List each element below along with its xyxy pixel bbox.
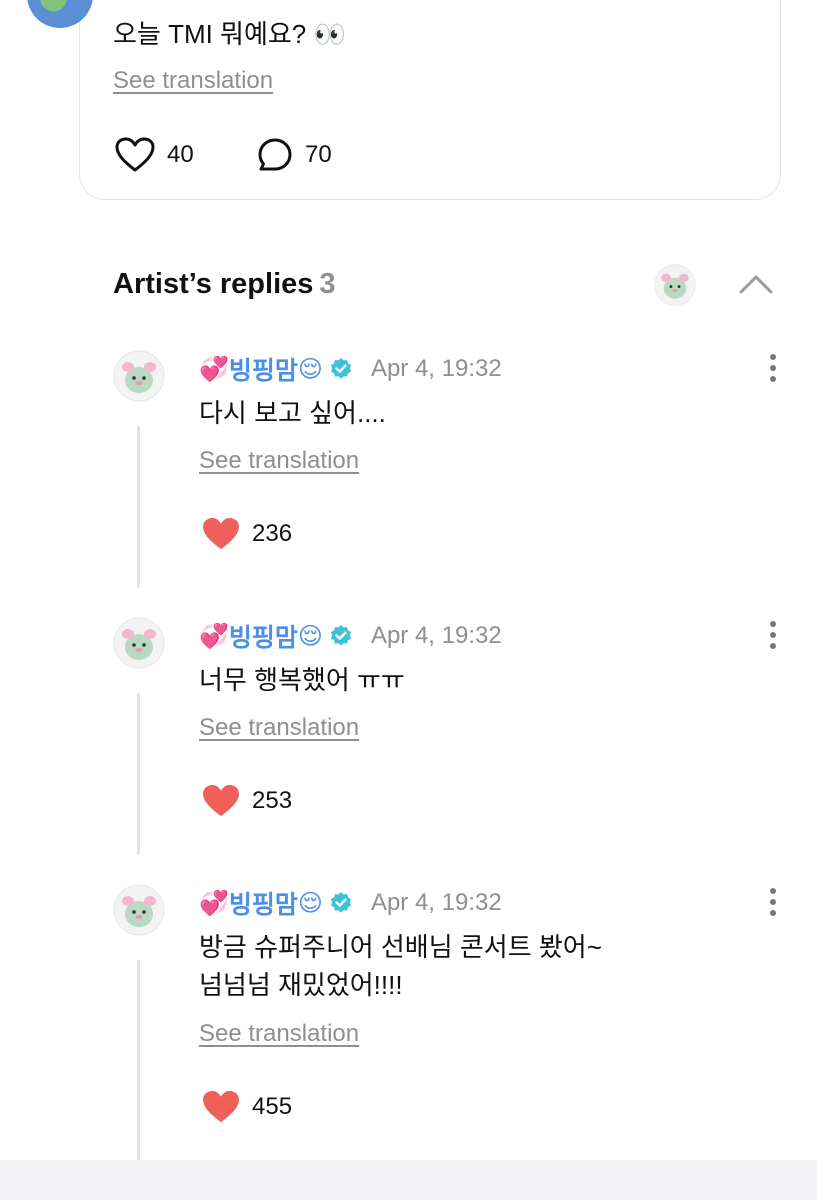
thread-line [137,960,140,1160]
reply-author-name[interactable]: 💞 빙핑맘 😌 [199,618,323,654]
more-vertical-icon[interactable] [762,887,784,917]
artist-replies-title: Artist’s replies 3 [113,268,336,301]
more-vertical-icon[interactable] [762,353,784,383]
reply-author-avatar[interactable] [113,350,165,402]
reply-like-button[interactable]: 236 [202,517,292,551]
reply-meta: 💞 빙핑맘 😌 Apr 4, 19:32 [199,352,502,386]
bottom-divider [0,1160,817,1200]
reply-author-name[interactable]: 💞 빙핑맘 😌 [199,885,323,921]
post-like-count: 40 [167,141,194,168]
name-suffix-emoji: 😌 [297,355,323,383]
thread-line [137,693,140,855]
reply-like-button[interactable]: 455 [202,1090,292,1124]
reply-timestamp: Apr 4, 19:32 [370,889,502,916]
reply-author-avatar[interactable] [113,617,165,669]
heart-filled-icon [203,517,239,550]
thread-line [137,426,140,588]
name-suffix-emoji: 😌 [297,622,323,650]
heart-filled-icon [203,784,239,817]
reply-see-translation-link[interactable]: See translation [199,447,359,475]
reply-timestamp: Apr 4, 19:32 [370,355,502,382]
reply-like-button[interactable]: 253 [202,784,292,818]
post-comment-button[interactable]: 70 [257,137,332,173]
comment-bubble-icon [258,138,292,171]
reply-timestamp: Apr 4, 19:32 [370,622,502,649]
verified-badge-icon [330,892,351,913]
artist-replies-count: 3 [319,268,336,300]
artist-replies-label: Artist’s replies [113,268,314,300]
reply-text: 다시 보고 싶어.... [199,398,386,428]
reply-like-count: 455 [252,1093,293,1120]
reply-meta: 💞 빙핑맘 😌 Apr 4, 19:32 [199,886,502,920]
post-comment-count: 70 [305,141,332,168]
heart-filled-icon [203,1090,239,1123]
reply-like-count: 236 [252,520,293,547]
post-see-translation-link[interactable]: See translation [113,67,273,95]
reply-meta: 💞 빙핑맘 😌 Apr 4, 19:32 [199,619,502,653]
name-prefix-emoji: 💞 [199,889,229,917]
author-name-text: 빙핑맘 [228,624,298,652]
reply-see-translation-link[interactable]: See translation [199,1020,359,1048]
name-suffix-emoji: 😌 [297,889,323,917]
more-vertical-icon[interactable] [762,620,784,650]
reply-text: 방금 슈퍼주니어 선배님 콘서트 봤어~ 넘넘넘 재밌었어!!!! [199,932,602,1000]
verified-badge-icon [330,358,351,379]
chevron-up-icon[interactable] [736,268,776,298]
reply-like-count: 253 [252,787,293,814]
author-name-text: 빙핑맘 [228,891,298,919]
name-prefix-emoji: 💞 [199,622,229,650]
reply-author-name[interactable]: 💞 빙핑맘 😌 [199,351,323,387]
reply-text: 너무 행복했어 ㅠㅠ [199,665,405,695]
heart-outline-icon [115,137,155,172]
name-prefix-emoji: 💞 [199,355,229,383]
post-text: 오늘 TMI 뭐예요? 👀 [113,19,346,49]
artist-avatar-small [654,264,696,306]
post-like-button[interactable]: 40 [115,137,194,173]
author-name-text: 빙핑맘 [228,357,298,385]
verified-badge-icon [330,625,351,646]
reply-author-avatar[interactable] [113,884,165,936]
reply-see-translation-link[interactable]: See translation [199,714,359,742]
